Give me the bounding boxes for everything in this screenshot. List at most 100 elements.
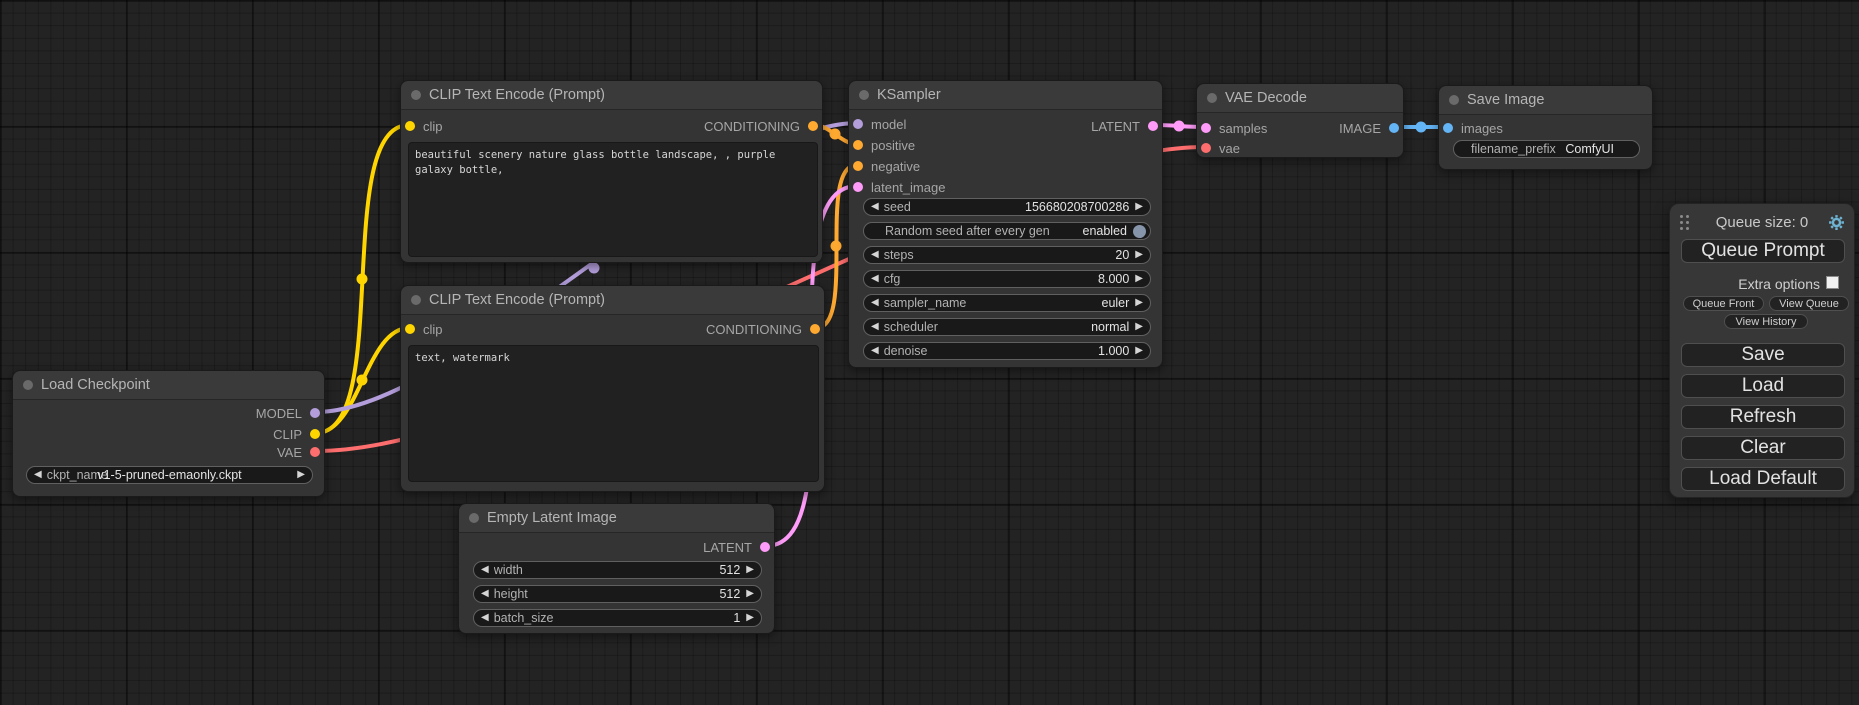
image-slot-dot[interactable] [1389,123,1399,133]
input-slot-samples[interactable]: samples [1201,118,1267,138]
collapse-dot-icon[interactable] [1207,93,1217,103]
output-slot-latent[interactable]: LATENT [703,537,770,557]
input-slot-model[interactable]: model [853,114,906,134]
save-image-node[interactable]: Save Image images filename_prefix ComfyU… [1438,85,1653,170]
save-button[interactable]: Save [1681,343,1845,367]
model-slot-dot[interactable] [853,119,863,129]
clip-text-encode-positive-node[interactable]: CLIP Text Encode (Prompt) clip CONDITION… [400,80,823,263]
latent-slot-dot[interactable] [1148,121,1158,131]
clip-text-encode-negative-node[interactable]: CLIP Text Encode (Prompt) clip CONDITION… [400,285,825,492]
settings-gear-icon[interactable] [1828,214,1845,231]
clear-button[interactable]: Clear [1681,436,1845,460]
input-slot-negative[interactable]: negative [853,156,920,176]
height-number-widget[interactable]: ◀ height 512 ▶ [473,585,762,603]
queue-prompt-button[interactable]: Queue Prompt [1681,239,1845,263]
load-button[interactable]: Load [1681,374,1845,398]
node-header[interactable]: Save Image [1439,86,1652,115]
increment-arrow-icon[interactable]: ▶ [1135,250,1143,260]
output-slot-latent[interactable]: LATENT [1091,116,1158,136]
conditioning-slot-dot[interactable] [810,324,820,334]
collapse-dot-icon[interactable] [469,513,479,523]
decrement-arrow-icon[interactable]: ◀ [481,565,489,575]
image-slot-dot[interactable] [1443,123,1453,133]
vae-slot-dot[interactable] [310,447,320,457]
collapse-dot-icon[interactable] [411,295,421,305]
input-slot-vae[interactable]: vae [1201,138,1240,158]
decrement-arrow-icon[interactable]: ◀ [481,613,489,623]
load-default-button[interactable]: Load Default [1681,467,1845,491]
output-slot-clip[interactable]: CLIP [273,424,320,444]
empty-latent-image-node[interactable]: Empty Latent Image LATENT ◀ width 512 ▶ … [458,503,775,634]
output-slot-model[interactable]: MODEL [256,403,320,423]
node-header[interactable]: CLIP Text Encode (Prompt) [401,81,822,110]
ckpt-name-combo-widget[interactable]: ◀ ckpt_name v1-5-pruned-emaonly.ckpt ▶ [26,466,313,484]
node-header[interactable]: VAE Decode [1197,84,1403,113]
comfyui-canvas[interactable]: { "colors": { "model": "#B39DDB", "clip"… [0,0,1859,705]
decrement-arrow-icon[interactable]: ◀ [871,346,879,356]
node-header[interactable]: Empty Latent Image [459,504,774,533]
output-slot-vae[interactable]: VAE [277,442,320,462]
conditioning-slot-dot[interactable] [808,121,818,131]
latent-slot-dot[interactable] [1201,123,1211,133]
collapse-dot-icon[interactable] [23,380,33,390]
input-slot-clip[interactable]: clip [405,319,443,339]
increment-arrow-icon[interactable]: ▶ [746,565,754,575]
conditioning-slot-dot[interactable] [853,161,863,171]
model-slot-dot[interactable] [310,408,320,418]
increment-arrow-icon[interactable]: ▶ [1135,274,1143,284]
decrement-arrow-icon[interactable]: ◀ [871,202,879,212]
output-slot-conditioning[interactable]: CONDITIONING [704,116,818,136]
negative-prompt-textarea[interactable]: text, watermark [408,345,819,482]
node-header[interactable]: KSampler [849,81,1162,110]
input-slot-clip[interactable]: clip [405,116,443,136]
view-history-button[interactable]: View History [1724,314,1808,329]
increment-arrow-icon[interactable]: ▶ [1135,298,1143,308]
collapse-dot-icon[interactable] [411,90,421,100]
input-slot-latent-image[interactable]: latent_image [853,177,945,197]
load-checkpoint-node[interactable]: Load Checkpoint MODEL CLIP VAE ◀ ckpt_na… [12,370,325,497]
decrement-arrow-icon[interactable]: ◀ [871,322,879,332]
increment-arrow-icon[interactable]: ▶ [746,589,754,599]
toggle-on-icon[interactable] [1133,225,1146,238]
input-slot-images[interactable]: images [1443,118,1503,138]
sampler-name-combo-widget[interactable]: ◀ sampler_name euler ▶ [863,294,1151,312]
steps-number-widget[interactable]: ◀ steps 20 ▶ [863,246,1151,264]
batch-size-number-widget[interactable]: ◀ batch_size 1 ▶ [473,609,762,627]
cfg-number-widget[interactable]: ◀ cfg 8.000 ▶ [863,270,1151,288]
filename-prefix-text-widget[interactable]: filename_prefix ComfyUI [1453,140,1640,158]
input-slot-positive[interactable]: positive [853,135,915,155]
clip-slot-dot[interactable] [310,429,320,439]
ksampler-node[interactable]: KSampler model positive negative latent_… [848,80,1163,368]
increment-arrow-icon[interactable]: ▶ [1135,346,1143,356]
collapse-dot-icon[interactable] [1449,95,1459,105]
decrement-arrow-icon[interactable]: ◀ [871,274,879,284]
increment-arrow-icon[interactable]: ▶ [1135,202,1143,212]
clip-slot-dot[interactable] [405,324,415,334]
vae-slot-dot[interactable] [1201,143,1211,153]
decrement-arrow-icon[interactable]: ◀ [871,250,879,260]
refresh-button[interactable]: Refresh [1681,405,1845,429]
width-number-widget[interactable]: ◀ width 512 ▶ [473,561,762,579]
vae-decode-node[interactable]: VAE Decode samples vae IMAGE [1196,83,1404,158]
scheduler-combo-widget[interactable]: ◀ scheduler normal ▶ [863,318,1151,336]
output-slot-conditioning[interactable]: CONDITIONING [706,319,820,339]
positive-prompt-textarea[interactable]: beautiful scenery nature glass bottle la… [408,142,818,257]
latent-slot-dot[interactable] [760,542,770,552]
node-header[interactable]: CLIP Text Encode (Prompt) [401,286,824,315]
view-queue-button[interactable]: View Queue [1769,296,1849,311]
seed-number-widget[interactable]: ◀ seed 156680208700286 ▶ [863,198,1151,216]
clip-slot-dot[interactable] [405,121,415,131]
queue-menu-panel[interactable]: Queue size: 0 Queue Prompt Extra options… [1669,203,1855,498]
output-slot-image[interactable]: IMAGE [1339,118,1399,138]
latent-slot-dot[interactable] [853,182,863,192]
node-header[interactable]: Load Checkpoint [13,371,324,400]
extra-options-checkbox[interactable] [1826,276,1839,289]
increment-arrow-icon[interactable]: ▶ [746,613,754,623]
denoise-number-widget[interactable]: ◀ denoise 1.000 ▶ [863,342,1151,360]
decrement-arrow-icon[interactable]: ◀ [871,298,879,308]
collapse-dot-icon[interactable] [859,90,869,100]
queue-front-button[interactable]: Queue Front [1683,296,1764,311]
random-seed-toggle-widget[interactable]: Random seed after every gen enabled [863,222,1151,240]
increment-arrow-icon[interactable]: ▶ [1135,322,1143,332]
conditioning-slot-dot[interactable] [853,140,863,150]
